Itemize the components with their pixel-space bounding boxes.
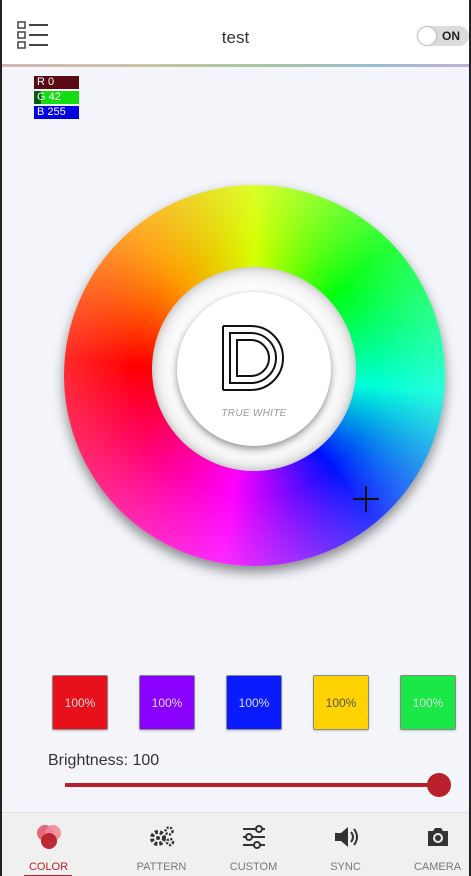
tab-pattern-label: PATTERN [136, 861, 187, 873]
preset-swatch-green[interactable]: 100% [400, 675, 456, 730]
header-divider [2, 64, 469, 67]
red-value: R 0 [34, 76, 79, 89]
preset-swatch-yellow[interactable]: 100% [313, 675, 369, 730]
tab-sync[interactable]: SYNC [299, 813, 392, 876]
tab-camera[interactable]: CAMERA [391, 813, 471, 876]
crosshair-icon[interactable] [353, 486, 379, 512]
slider-fill [65, 783, 439, 787]
slider-thumb[interactable] [427, 773, 451, 797]
page-title: test [221, 28, 250, 47]
tab-pattern[interactable]: PATTERN [115, 813, 208, 876]
brand-d-logo-icon [222, 325, 284, 391]
preset-swatch-red[interactable]: 100% [52, 675, 108, 730]
bottom-nav: COLOR PATTERN CUSTOM SYNC CAMERA [2, 812, 469, 876]
power-toggle[interactable]: ON [417, 26, 469, 46]
app-header: test ON [2, 0, 469, 67]
tab-sync-label: SYNC [330, 861, 361, 873]
camera-icon [428, 828, 448, 846]
toggle-knob [418, 27, 436, 45]
tab-color[interactable]: COLOR [2, 813, 95, 876]
tab-custom[interactable]: CUSTOM [207, 813, 300, 876]
preset-swatch-purple[interactable]: 100% [139, 675, 195, 730]
blue-value: B 255 [34, 106, 79, 119]
green-value: G 42 [34, 91, 79, 104]
power-toggle-label: ON [442, 29, 460, 43]
brightness-label: Brightness: 100 [48, 752, 160, 769]
true-white-button[interactable]: TRUE WHITE [177, 292, 331, 446]
gears-icon [150, 826, 175, 847]
tab-color-label: COLOR [28, 861, 69, 873]
color-circles-icon [37, 825, 61, 849]
sliders-icon [243, 825, 265, 849]
rgb-readout: R 0 G 42 B 255 [34, 76, 79, 121]
preset-swatch-blue[interactable]: 100% [226, 675, 282, 730]
tab-custom-label: CUSTOM [229, 861, 278, 873]
brightness-slider[interactable] [65, 773, 455, 797]
true-white-label: TRUE WHITE [221, 408, 287, 419]
tab-camera-label: CAMERA [413, 861, 462, 873]
speaker-icon [335, 827, 358, 847]
